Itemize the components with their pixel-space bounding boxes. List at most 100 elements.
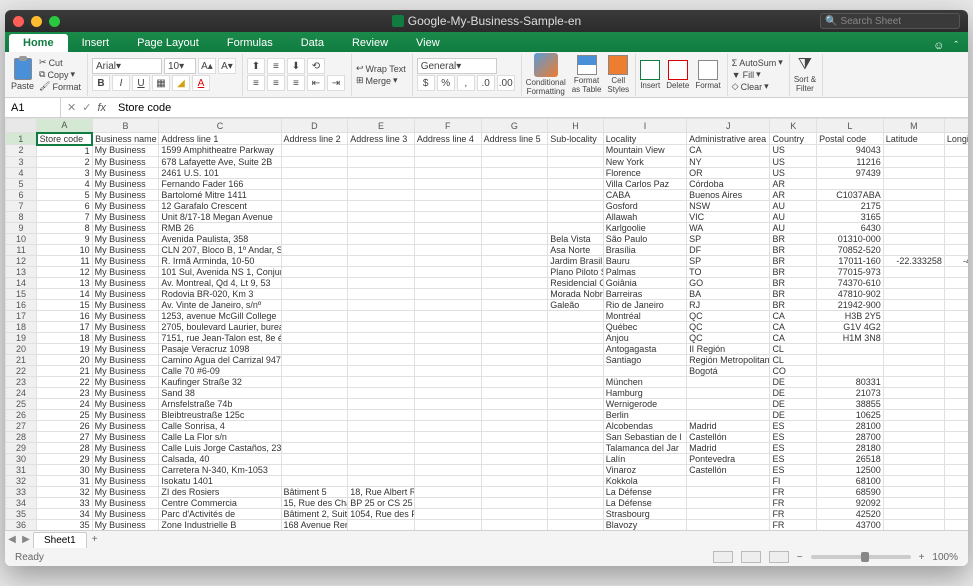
cell[interactable]: 26518 [817,453,884,464]
col-header[interactable]: C [159,119,281,133]
cell[interactable] [414,332,481,343]
cell[interactable]: My Business [92,233,159,244]
cell[interactable]: My Business [92,156,159,167]
cell[interactable]: 11 [37,255,93,266]
cell[interactable]: AU [770,211,817,222]
cell[interactable] [281,156,348,167]
italic-button[interactable]: I [112,75,130,91]
cell[interactable]: 97439 [817,167,884,178]
cell[interactable]: ZI des Rosiers [159,486,281,497]
cell[interactable] [281,145,348,157]
row-header[interactable]: 19 [6,332,37,343]
cell[interactable] [944,486,968,497]
cell[interactable] [281,277,348,288]
cell[interactable]: 35 [37,519,93,530]
cell[interactable] [281,255,348,266]
align-top-icon[interactable]: ⬆ [247,58,265,74]
col-header[interactable]: I [603,119,686,133]
fx-icon[interactable]: fx [97,102,106,114]
cell[interactable]: 12500 [817,464,884,475]
cell[interactable] [944,464,968,475]
cell[interactable] [944,387,968,398]
cell[interactable] [883,167,944,178]
cell[interactable] [883,156,944,167]
cut-button[interactable]: ✂ Cut [39,57,81,68]
cell[interactable]: 34 [37,508,93,519]
cell[interactable]: BR [770,233,817,244]
cell[interactable]: Arnsfelstraße 74b [159,398,281,409]
cell[interactable]: 20 [37,354,93,365]
cell[interactable]: My Business [92,354,159,365]
cell[interactable]: 21 [37,365,93,376]
row-header[interactable]: 34 [6,497,37,508]
cell[interactable] [348,178,415,189]
cell[interactable]: Asa Norte [548,244,604,255]
cell[interactable] [281,365,348,376]
row-header[interactable]: 9 [6,222,37,233]
cell[interactable]: 68100 [817,475,884,486]
cell[interactable]: Camino Agua del Carrizal 9472 [159,354,281,365]
cell[interactable]: QC [687,321,770,332]
cell[interactable] [481,519,548,530]
cell[interactable]: 1253, avenue McGill College [159,310,281,321]
cell[interactable]: BR [770,299,817,310]
cell[interactable] [481,486,548,497]
cell[interactable] [348,409,415,420]
cancel-icon[interactable]: ✕ [67,101,76,114]
cell[interactable]: AU [770,222,817,233]
cell[interactable] [883,222,944,233]
col-header[interactable]: H [548,119,604,133]
cell[interactable] [481,332,548,343]
cell[interactable] [944,420,968,431]
cell[interactable] [883,145,944,157]
cell[interactable] [481,189,548,200]
cell[interactable]: Karlgoolie [603,222,686,233]
cell[interactable] [348,156,415,167]
cell[interactable]: My Business [92,431,159,442]
cell[interactable]: 17 [37,321,93,332]
cell[interactable] [481,156,548,167]
row-header[interactable]: 14 [6,277,37,288]
cell[interactable]: My Business [92,442,159,453]
sort-filter-button[interactable]: ⧩Sort & Filter [794,56,816,93]
cell[interactable] [481,178,548,189]
cell[interactable]: My Business [92,222,159,233]
cell[interactable]: Bâtiment 2, Suite 1 [281,508,348,519]
cell[interactable] [281,420,348,431]
row-header[interactable]: 8 [6,211,37,222]
cell[interactable]: San Sebastian de l [603,431,686,442]
cell[interactable]: 28100 [817,420,884,431]
cell[interactable]: BR [770,277,817,288]
cell[interactable] [281,453,348,464]
col-header[interactable]: G [481,119,548,133]
cell[interactable] [414,244,481,255]
cell[interactable]: My Business [92,453,159,464]
cell[interactable] [414,156,481,167]
cell[interactable] [944,145,968,157]
cell[interactable] [414,266,481,277]
cell[interactable]: 70852-520 [817,244,884,255]
cell[interactable]: WA [687,222,770,233]
autosum-button[interactable]: Σ AutoSum ▾ [732,57,783,68]
cell[interactable]: Address line 3 [348,133,415,145]
cell[interactable] [944,233,968,244]
cell[interactable]: Fernando Fader 166 [159,178,281,189]
cell[interactable] [481,354,548,365]
cell[interactable] [548,211,604,222]
cell[interactable]: Región Metropolitana [687,354,770,365]
cell[interactable] [481,233,548,244]
cell[interactable]: My Business [92,310,159,321]
cell[interactable] [944,288,968,299]
cell[interactable] [481,409,548,420]
tab-formulas[interactable]: Formulas [213,34,287,52]
cell[interactable]: 168 Avenue René Descartes [281,519,348,530]
cell[interactable] [548,420,604,431]
smiley-icon[interactable]: ☺ [933,40,944,52]
cell[interactable] [348,189,415,200]
cell[interactable] [348,255,415,266]
row-header[interactable]: 32 [6,475,37,486]
cell[interactable] [548,431,604,442]
col-header[interactable]: E [348,119,415,133]
cell[interactable] [883,178,944,189]
cell[interactable]: Jardim Brasil [548,255,604,266]
